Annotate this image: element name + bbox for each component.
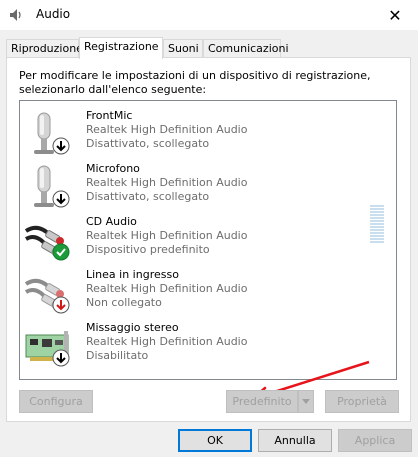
tab-riproduzione[interactable]: Riproduzione	[6, 39, 83, 58]
tab-panel: Per modificare le impostazioni di un dis…	[6, 57, 411, 422]
down-arrow-badge-icon	[52, 349, 70, 367]
device-item-missaggio-stereo[interactable]: Missaggio stereo Realtek High Definition…	[20, 321, 370, 373]
red-down-arrow-badge-icon	[52, 296, 70, 314]
device-status: Disabilitato	[86, 349, 149, 362]
title-bar: Audio ✕	[0, 0, 418, 30]
properties-button[interactable]: Proprietà	[325, 390, 399, 413]
device-item-frontmic[interactable]: FrontMic Realtek High Definition Audio D…	[20, 109, 370, 161]
speaker-icon	[10, 9, 21, 21]
device-name: Linea in ingresso	[86, 268, 179, 281]
device-item-cd-audio[interactable]: CD Audio Realtek High Definition Audio D…	[20, 215, 370, 267]
set-default-dropdown-button[interactable]	[298, 390, 314, 413]
window-title: Audio	[36, 7, 71, 21]
instructions-text: Per modificare le impostazioni di un dis…	[19, 69, 371, 96]
device-status: Dispositivo predefinito	[86, 243, 210, 256]
device-driver: Realtek High Definition Audio	[86, 282, 248, 295]
configure-button[interactable]: Configura	[19, 390, 93, 413]
device-driver: Realtek High Definition Audio	[86, 229, 248, 242]
level-meter	[370, 205, 384, 243]
tab-registrazione[interactable]: Registrazione	[79, 37, 163, 59]
device-name: FrontMic	[86, 109, 133, 122]
device-driver: Realtek High Definition Audio	[86, 123, 248, 136]
set-default-button[interactable]: Predefinito	[226, 390, 298, 413]
device-status: Disattivato, scollegato	[86, 190, 210, 203]
device-status: Non collegato	[86, 296, 162, 309]
ok-button[interactable]: OK	[178, 429, 252, 452]
device-list[interactable]: FrontMic Realtek High Definition Audio D…	[19, 100, 397, 380]
device-item-linea-in-ingresso[interactable]: Linea in ingresso Realtek High Definitio…	[20, 268, 370, 320]
device-name: Missaggio stereo	[86, 321, 179, 334]
device-item-microfono[interactable]: Microfono Realtek High Definition Audio …	[20, 162, 370, 214]
apply-button[interactable]: Applica	[338, 429, 412, 452]
tab-suoni[interactable]: Suoni	[163, 39, 203, 58]
down-arrow-badge-icon	[52, 190, 70, 208]
device-name: CD Audio	[86, 215, 137, 228]
cancel-button[interactable]: Annulla	[258, 429, 332, 452]
down-arrow-badge-icon	[52, 137, 70, 155]
device-name: Microfono	[86, 162, 140, 175]
device-driver: Realtek High Definition Audio	[86, 335, 248, 348]
device-driver: Realtek High Definition Audio	[86, 176, 248, 189]
close-button[interactable]: ✕	[372, 0, 418, 30]
device-status: Disattivato, scollegato	[86, 137, 210, 150]
tab-comunicazioni[interactable]: Comunicazioni	[203, 39, 289, 58]
chevron-down-icon	[302, 398, 310, 404]
checkmark-badge-icon	[52, 243, 70, 261]
